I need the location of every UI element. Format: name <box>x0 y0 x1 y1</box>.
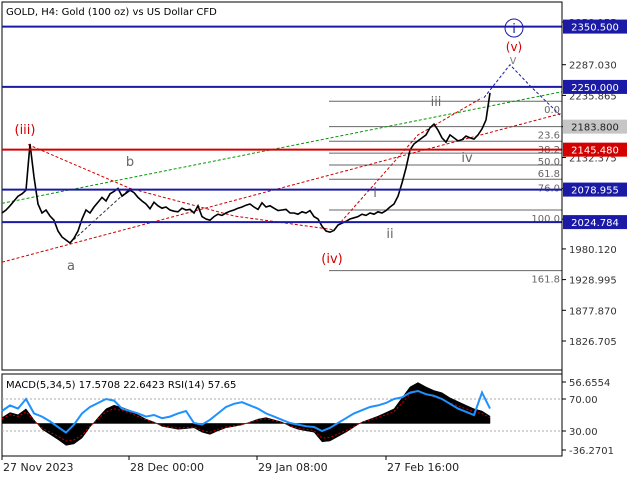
price-tick-label: 1980.120 <box>569 245 617 256</box>
wave-label: b <box>126 155 134 170</box>
indicator-tick-label: -36.2701 <box>569 446 614 457</box>
indicator-tick-label: 56.6554 <box>569 378 610 389</box>
price-level-label: 2183.800 <box>571 123 619 134</box>
wave-label: (iv) <box>321 252 342 267</box>
price-level-label: 2250.000 <box>571 83 619 94</box>
fib-level-label: 61.8 <box>538 169 560 180</box>
wave-label: i <box>373 186 377 201</box>
wave-label: iv <box>461 151 473 166</box>
wave-label: i <box>512 22 516 37</box>
price-level-label: 2145.480 <box>571 146 619 157</box>
price-tick-label: 1928.995 <box>569 276 617 287</box>
fib-level-label: 50.0 <box>538 157 560 168</box>
fib-level-label: 100.0 <box>531 214 560 225</box>
price-level-label: 2078.955 <box>571 186 619 197</box>
price-tick-label: 2287.030 <box>569 61 617 72</box>
time-tick-label: 27 Nov 2023 <box>3 461 73 474</box>
indicator-tick-label: 70.00 <box>569 395 598 406</box>
main-chart-title: GOLD, H4: Gold (100 oz) vs US Dollar CFD <box>6 7 217 18</box>
price-level-label: 2024.784 <box>571 218 619 229</box>
time-tick-label: 29 Jan 08:00 <box>258 461 328 474</box>
fib-level-label: 161.8 <box>531 275 560 286</box>
indicator-title: MACD(5,34,5) 17.5708 22.6423 RSI(14) 57.… <box>6 380 236 391</box>
chart-root: 0.023.638.250.061.876.0100.0161.8(iii)ab… <box>0 0 640 480</box>
wave-label: v <box>509 53 516 67</box>
wave-label: (iii) <box>15 123 36 138</box>
wave-label: ii <box>386 227 393 242</box>
price-tick-label: 1826.705 <box>569 337 617 348</box>
time-tick-label: 27 Feb 16:00 <box>387 461 459 474</box>
price-level-label: 2350.500 <box>571 23 619 34</box>
wave-label: (v) <box>506 40 522 54</box>
fib-level-label: 38.2 <box>538 145 560 156</box>
fib-level-label: 23.6 <box>538 131 560 142</box>
indicator-tick-label: 30.00 <box>569 427 598 438</box>
chart-svg: 0.023.638.250.061.876.0100.0161.8(iii)ab… <box>0 0 640 480</box>
wave-label: a <box>67 259 75 274</box>
chart-background <box>0 0 640 480</box>
wave-label: iii <box>431 95 442 110</box>
time-tick-label: 28 Dec 00:00 <box>130 461 204 474</box>
price-tick-label: 1877.870 <box>569 306 617 317</box>
